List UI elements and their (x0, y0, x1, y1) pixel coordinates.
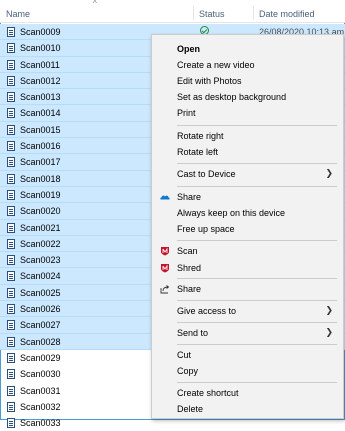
chevron-right-icon: ❯ (325, 327, 333, 337)
image-file-icon (7, 401, 15, 412)
mcafee-shield-icon (161, 247, 169, 256)
file-name: Scan0029 (20, 352, 61, 363)
column-name[interactable]: Name (6, 9, 30, 19)
menu-item-always-keep[interactable]: Always keep on this device (152, 205, 343, 221)
image-file-icon (7, 369, 15, 380)
menu-item-create-video[interactable]: Create a new video (152, 57, 343, 73)
menu-separator (177, 322, 337, 323)
mcafee-shield-icon (161, 264, 169, 273)
image-file-icon (7, 43, 15, 54)
image-file-icon (7, 108, 15, 119)
file-name: Scan0024 (20, 271, 61, 282)
file-name: Scan0017 (20, 157, 61, 168)
menu-item-rotate-left[interactable]: Rotate left (152, 144, 343, 160)
menu-separator (177, 125, 337, 126)
menu-item-edit-photos[interactable]: Edit with Photos (152, 73, 343, 89)
menu-item-print[interactable]: Print (152, 105, 343, 121)
menu-item-share-onedrive[interactable]: Share (152, 189, 343, 205)
file-name: Scan0022 (20, 238, 61, 249)
image-file-icon (7, 287, 15, 298)
share-icon (160, 285, 170, 294)
file-name: Scan0030 (20, 369, 61, 380)
image-file-icon (7, 352, 15, 363)
file-name: Scan0018 (20, 173, 61, 184)
menu-separator (177, 344, 337, 345)
image-file-icon (7, 189, 15, 200)
menu-item-scan[interactable]: Scan (152, 243, 343, 259)
file-name: Scan0032 (20, 401, 61, 412)
menu-item-delete[interactable]: Delete (152, 401, 343, 417)
menu-item-share[interactable]: Share (152, 281, 343, 297)
column-header: ^ Name Status Date modified (0, 0, 345, 23)
menu-separator (177, 382, 337, 383)
file-name: Scan0009 (20, 27, 61, 37)
menu-separator (177, 186, 337, 187)
menu-separator (177, 278, 337, 279)
file-name: Scan0020 (20, 206, 61, 217)
menu-item-cut[interactable]: Cut (152, 347, 343, 363)
menu-item-free-up-space[interactable]: Free up space (152, 221, 343, 237)
menu-item-give-access[interactable]: Give access to ❯ (152, 303, 343, 319)
file-name: Scan0027 (20, 320, 61, 331)
file-name: Scan0012 (20, 75, 61, 86)
image-file-icon (7, 271, 15, 282)
image-file-icon (7, 75, 15, 86)
file-name: Scan0016 (20, 141, 61, 152)
image-file-icon (7, 336, 15, 347)
image-file-icon (7, 27, 15, 37)
file-name: Scan0025 (20, 287, 61, 298)
menu-item-cast-to-device[interactable]: Cast to Device ❯ (152, 166, 343, 182)
image-file-icon (7, 238, 15, 249)
file-name: Scan0010 (20, 43, 61, 54)
file-name: Scan0021 (20, 222, 61, 233)
file-name: Scan0026 (20, 304, 61, 315)
image-file-icon (7, 255, 15, 266)
menu-separator (177, 163, 337, 164)
column-status[interactable]: Status (199, 9, 225, 19)
image-file-icon (7, 206, 15, 217)
menu-item-rotate-right[interactable]: Rotate right (152, 128, 343, 144)
context-menu: Open Create a new video Edit with Photos… (151, 34, 344, 419)
image-file-icon (7, 320, 15, 331)
menu-item-set-background[interactable]: Set as desktop background (152, 89, 343, 105)
image-file-icon (7, 304, 15, 315)
file-name: Scan0014 (20, 108, 61, 119)
image-file-icon (7, 92, 15, 103)
menu-item-shred[interactable]: Shred (152, 260, 343, 276)
file-name: Scan0011 (20, 59, 60, 70)
file-name: Scan0023 (20, 255, 61, 266)
file-name: Scan0028 (20, 336, 61, 347)
file-name: Scan0013 (20, 92, 61, 103)
image-file-icon (7, 124, 15, 135)
chevron-right-icon: ❯ (325, 305, 333, 315)
file-name: Scan0031 (20, 385, 61, 396)
image-file-icon (7, 385, 15, 396)
column-divider[interactable] (193, 6, 194, 20)
chevron-right-icon: ❯ (325, 168, 333, 178)
menu-separator (177, 300, 337, 301)
sort-ascending-icon[interactable]: ^ (93, 0, 103, 8)
file-name: Scan0019 (20, 189, 61, 200)
file-name: Scan0015 (20, 124, 61, 135)
image-file-icon (7, 141, 15, 152)
image-file-icon (7, 157, 15, 168)
menu-item-open[interactable]: Open (152, 41, 343, 57)
menu-item-copy[interactable]: Copy (152, 363, 343, 379)
image-file-icon (7, 173, 15, 184)
image-file-icon (7, 222, 15, 233)
menu-item-create-shortcut[interactable]: Create shortcut (152, 385, 343, 401)
onedrive-cloud-icon (160, 195, 170, 200)
column-divider[interactable] (253, 6, 254, 20)
image-file-icon (7, 59, 15, 70)
column-date-modified[interactable]: Date modified (259, 9, 315, 19)
menu-item-send-to[interactable]: Send to ❯ (152, 325, 343, 341)
menu-separator (177, 240, 337, 241)
